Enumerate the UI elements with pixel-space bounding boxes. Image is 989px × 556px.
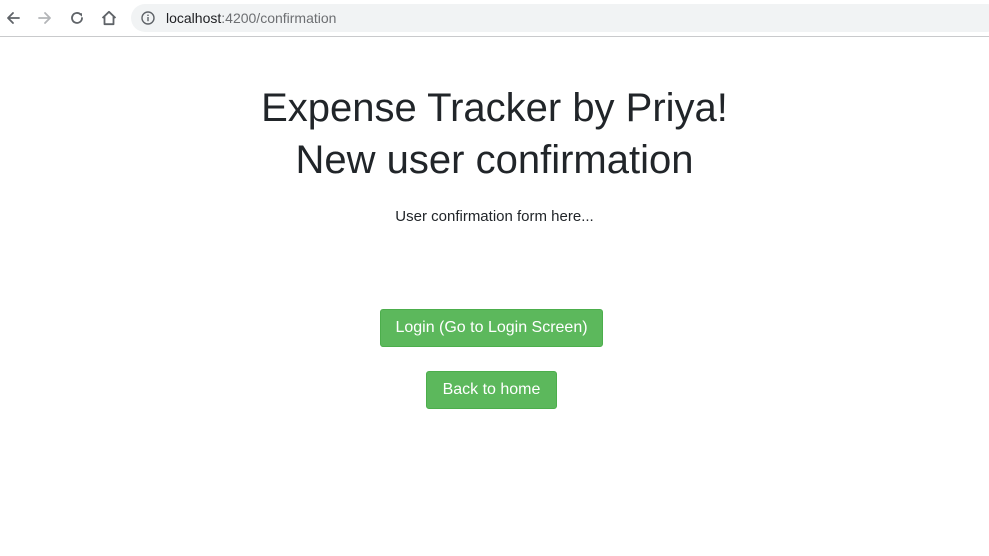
page-title: Expense Tracker by Priya! <box>261 86 728 130</box>
home-icon <box>100 9 118 27</box>
page-content: Expense Tracker by Priya! New user confi… <box>0 37 989 556</box>
reload-button[interactable] <box>65 6 89 30</box>
arrow-right-icon <box>37 10 53 26</box>
forward-button[interactable] <box>33 6 57 30</box>
page-subtitle: New user confirmation <box>295 138 694 182</box>
home-button[interactable] <box>97 6 121 30</box>
back-to-home-button[interactable]: Back to home <box>426 371 557 409</box>
url-text[interactable]: localhost:4200/confirmation <box>166 10 336 26</box>
url-path: :4200/confirmation <box>221 10 337 26</box>
form-placeholder-text: User confirmation form here... <box>395 208 594 225</box>
reload-icon <box>69 10 85 26</box>
address-bar[interactable]: localhost:4200/confirmation <box>131 4 989 32</box>
url-host: localhost <box>166 10 222 26</box>
back-button[interactable] <box>1 6 25 30</box>
browser-toolbar: localhost:4200/confirmation <box>0 0 989 37</box>
login-button[interactable]: Login (Go to Login Screen) <box>380 309 603 347</box>
arrow-left-icon <box>5 10 21 26</box>
info-icon[interactable] <box>141 11 155 25</box>
